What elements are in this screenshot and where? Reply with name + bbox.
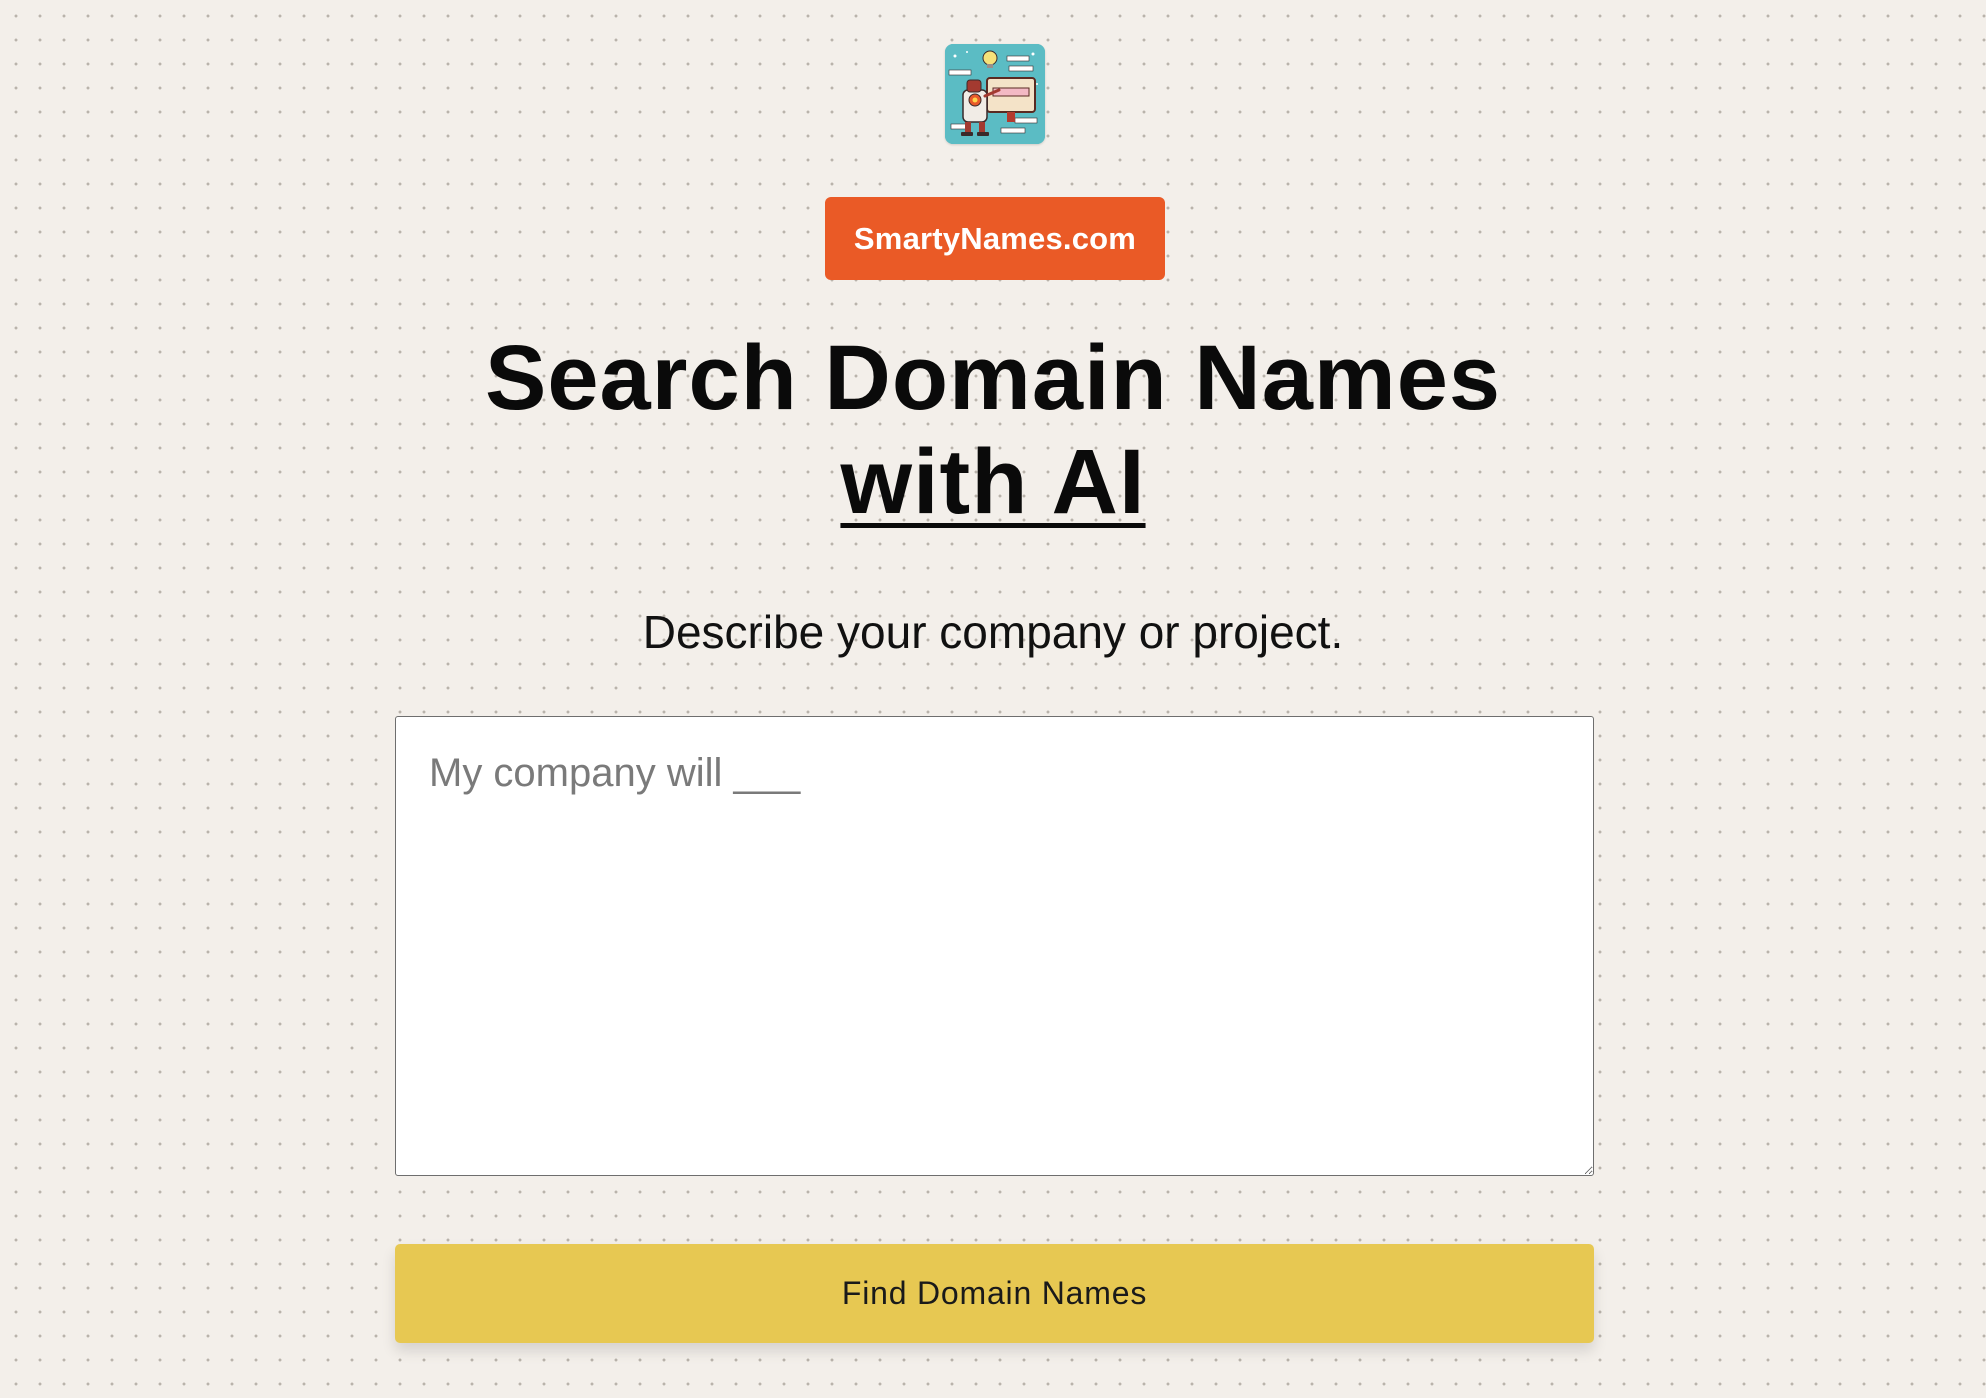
- company-description-input[interactable]: [395, 716, 1594, 1176]
- page-subtitle: Describe your company or project.: [642, 606, 1344, 658]
- page-title-line-2: with AI: [0, 430, 1986, 534]
- page: SmartyNames.com Search Domain Names with…: [0, 0, 1986, 1398]
- find-domain-names-button[interactable]: Find Domain Names: [395, 1244, 1594, 1343]
- brand-badge-link[interactable]: SmartyNames.com: [825, 197, 1165, 280]
- page-title-emphasis: with AI: [840, 431, 1146, 533]
- page-title-line-1: Search Domain Names: [484, 327, 1502, 429]
- robot-mascot-logo-icon: [945, 44, 1045, 144]
- page-title: Search Domain Names with AI: [0, 326, 1986, 534]
